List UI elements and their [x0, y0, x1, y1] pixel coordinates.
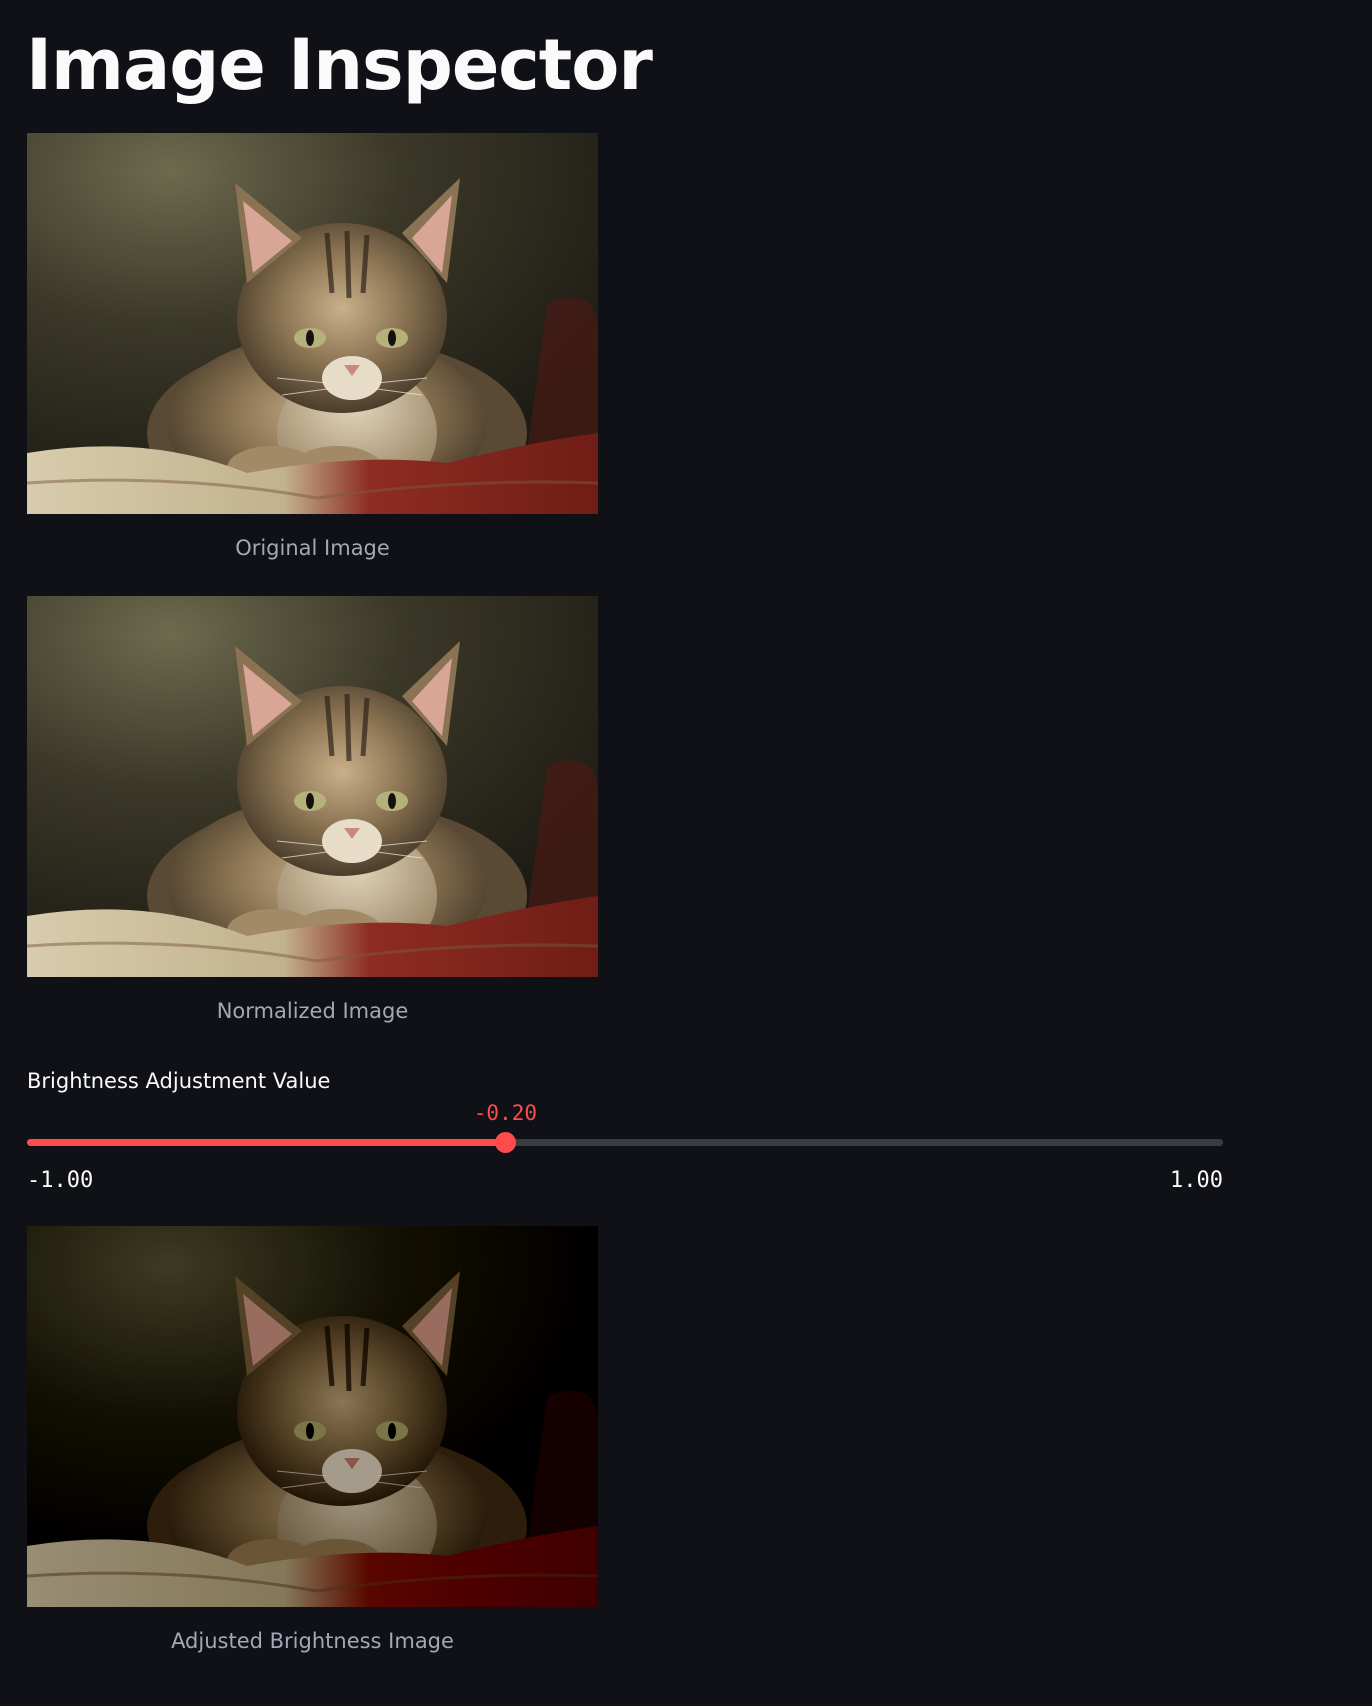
- slider-min-label: -1.00: [27, 1168, 94, 1193]
- adjusted-image-figure: Adjusted Brightness Image: [27, 1226, 598, 1655]
- adjusted-brightness-image: [27, 1226, 598, 1607]
- slider-thumb[interactable]: [495, 1132, 517, 1153]
- brightness-slider-block: Brightness Adjustment Value -0.20 -1.00 …: [27, 1063, 1223, 1203]
- slider-label: Brightness Adjustment Value: [27, 1069, 331, 1093]
- slider-value-label: -0.20: [473, 1101, 537, 1125]
- slider-fill: [27, 1139, 506, 1146]
- original-image-figure: Original Image: [27, 133, 598, 562]
- normalized-image-figure: Normalized Image: [27, 596, 598, 1025]
- page-title: Image Inspector: [26, 24, 653, 106]
- original-image: [27, 133, 598, 514]
- original-image-caption: Original Image: [235, 536, 390, 560]
- brightness-slider-track[interactable]: [27, 1132, 1223, 1153]
- adjusted-image-caption: Adjusted Brightness Image: [171, 1629, 454, 1653]
- slider-max-label: 1.00: [1170, 1168, 1223, 1193]
- normalized-image-caption: Normalized Image: [216, 999, 409, 1023]
- normalized-image: [27, 596, 598, 977]
